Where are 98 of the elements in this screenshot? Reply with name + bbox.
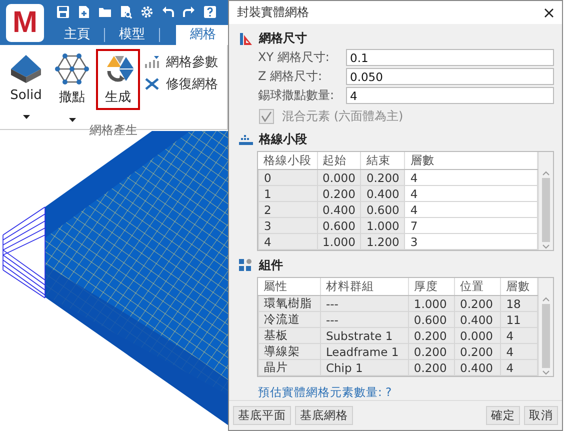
section-heading: 組件 — [259, 257, 283, 274]
table-cell: 1.000 — [317, 234, 361, 250]
table-cell: --- — [320, 296, 408, 312]
table-cell[interactable]: 4 — [404, 186, 538, 202]
table-cell: 11 — [500, 312, 538, 328]
component-blocks-icon — [239, 259, 253, 272]
ribbon-button[interactable]: 生成 — [96, 49, 140, 110]
undo-icon[interactable] — [161, 5, 175, 19]
table-cell: 0.200 — [454, 344, 501, 360]
checkbox-label: 混合元素 (六面體為主) — [282, 108, 404, 125]
table-cell: 0.600 — [360, 202, 405, 218]
ribbon-button[interactable]: Solid — [4, 49, 48, 107]
table-cell: 0.400 — [454, 312, 501, 328]
bar-grid-icon — [239, 134, 253, 146]
table-cell: 環氧樹脂 — [258, 296, 320, 312]
table-cell: 0 — [258, 170, 317, 186]
table-cell: 0.200 — [454, 296, 501, 312]
table-cell: 0.400 — [454, 360, 501, 376]
table-cell: 0.200 — [317, 186, 361, 202]
new-file-icon[interactable] — [77, 5, 91, 19]
ruler-icon — [239, 32, 253, 46]
table-cell: Chip 1 — [320, 360, 408, 376]
column-header: 層數 — [404, 152, 538, 170]
ribbon-command[interactable]: 修復網格 — [144, 75, 218, 93]
caret-icon — [68, 118, 76, 122]
app-logo: M — [6, 4, 44, 42]
ribbon-button[interactable]: 撒點 — [50, 49, 94, 110]
table-cell: 3 — [258, 218, 317, 234]
save-icon[interactable] — [56, 5, 70, 19]
table-cell: 0.600 — [408, 312, 455, 328]
section-heading: 格線小段 — [259, 131, 307, 148]
table-cell[interactable]: 3 — [404, 234, 538, 250]
table-cell[interactable]: 4 — [404, 170, 538, 186]
table-cell: 2 — [258, 202, 317, 218]
estimate-link[interactable]: 預估實體網格元素數量: ? — [258, 385, 392, 399]
help-icon[interactable] — [203, 5, 217, 19]
ribbon-group-label: 網格產生 — [88, 122, 138, 139]
ribbon-tab[interactable]: 模型 — [105, 25, 159, 45]
field-label: XY 網格尺寸: — [258, 49, 330, 66]
column-header: 厚度 — [408, 278, 455, 296]
dialog-button[interactable]: 基底網格 — [295, 406, 353, 425]
table-cell: 1.000 — [360, 218, 405, 234]
table-cell: 0.200 — [408, 344, 455, 360]
field-label: Z 網格尺寸: — [258, 68, 324, 85]
column-header: 起始 — [317, 152, 361, 170]
caret-icon — [22, 115, 30, 119]
field-label: 錫球撒點數量: — [258, 87, 336, 104]
dialog-title: 封裝實體網格 — [237, 4, 309, 21]
column-header: 屬性 — [258, 278, 320, 296]
table-cell: 晶片 — [258, 360, 320, 376]
table-cell: 0.200 — [408, 360, 455, 376]
table-cell: 冷流道 — [258, 312, 320, 328]
search-document-icon[interactable] — [119, 5, 133, 19]
table-cell: 1.000 — [408, 296, 455, 312]
table-cell: 導線架 — [258, 344, 320, 360]
dialog-button[interactable]: 基底平面 — [233, 406, 291, 425]
table-cell: 18 — [500, 296, 538, 312]
redo-icon[interactable] — [182, 5, 196, 19]
input-field[interactable]: 4 — [346, 87, 554, 104]
column-header: 位置 — [454, 278, 501, 296]
table-cell: 1 — [258, 186, 317, 202]
table-cell: 4 — [500, 344, 538, 360]
column-header: 結束 — [360, 152, 405, 170]
table-cell: 0.600 — [317, 218, 361, 234]
table-cell[interactable]: 4 — [404, 202, 538, 218]
repair-mesh-icon — [144, 77, 160, 91]
mesh-parameters-icon — [144, 55, 160, 69]
table-cell: Leadframe 1 — [320, 344, 408, 360]
ribbon-command[interactable]: 網格參數 — [144, 53, 218, 71]
table-cell: --- — [320, 312, 408, 328]
table-cell[interactable]: 7 — [404, 218, 538, 234]
table-cell: 0.200 — [408, 328, 455, 344]
input-field[interactable]: 0.1 — [346, 49, 554, 66]
table-cell: 0.000 — [317, 170, 361, 186]
dialog-button[interactable]: 取消 — [524, 406, 558, 425]
node-network-icon — [55, 53, 89, 85]
table-cell: 0.400 — [360, 186, 405, 202]
section-heading: 網格尺寸 — [259, 30, 307, 47]
table-cell: 0.400 — [317, 202, 361, 218]
close-icon[interactable] — [544, 8, 554, 18]
column-header: 材料群組 — [320, 278, 408, 296]
table-cell: 基板 — [258, 328, 320, 344]
column-header: 層數 — [500, 278, 538, 296]
table-cell: Substrate 1 — [320, 328, 408, 344]
table-cell: 1.200 — [360, 234, 405, 250]
table-cell: 0.200 — [360, 170, 405, 186]
table-cell: 4 — [500, 328, 538, 344]
table-cell: 4 — [500, 360, 538, 376]
column-header: 格線小段 — [258, 152, 317, 170]
input-field[interactable]: 0.050 — [346, 68, 554, 85]
ribbon-tab[interactable]: 主頁 — [50, 25, 104, 45]
table-cell: 4 — [258, 234, 317, 250]
solid-block-icon — [9, 53, 43, 85]
folder-icon[interactable] — [98, 5, 112, 19]
dialog-button[interactable]: 確定 — [486, 406, 520, 425]
ribbon-tab[interactable]: 網格 — [176, 25, 228, 45]
settings-icon[interactable] — [140, 5, 154, 19]
table-cell: 0.000 — [454, 328, 501, 344]
